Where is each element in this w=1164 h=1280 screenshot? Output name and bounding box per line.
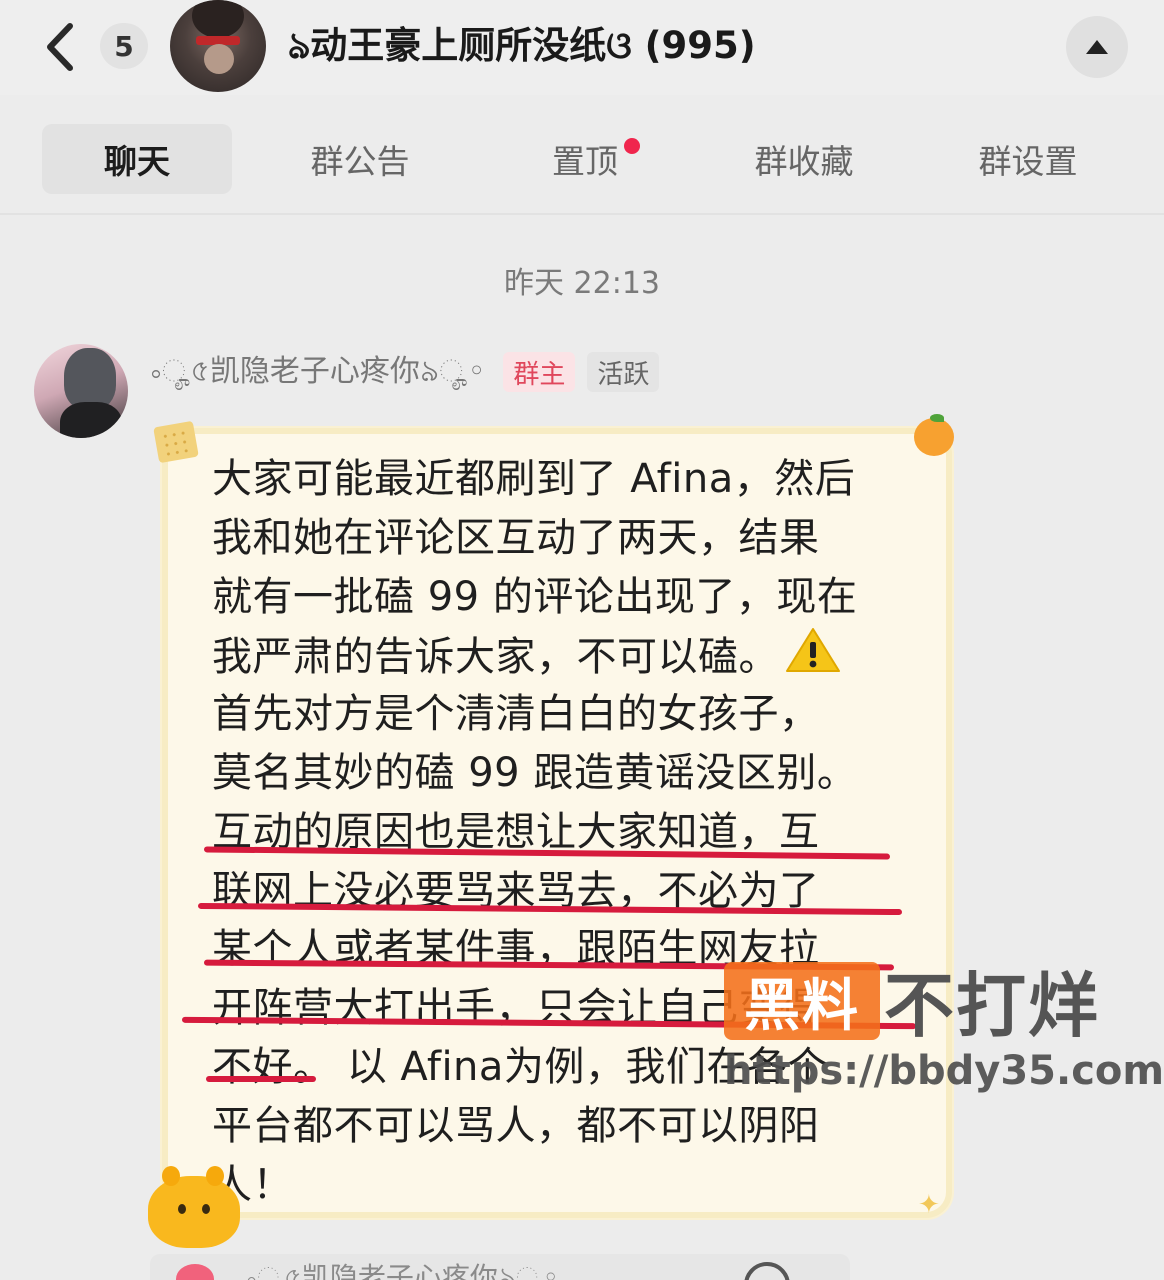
message-line: 首先对方是个清清白白的女孩子， — [212, 691, 820, 738]
sender-avatar[interactable] — [34, 344, 128, 438]
warning-icon — [786, 628, 840, 673]
message-line: 莫名其妙的磕 99 跟造黄谣没区别。 — [212, 749, 858, 796]
biscuit-decoration — [153, 420, 199, 464]
message-line: 就有一批磕 99 的评论出现了，现在 — [212, 573, 858, 620]
watermark-logo: 黑料 — [724, 962, 880, 1040]
tab-chat[interactable]: 聊天 — [42, 124, 232, 194]
group-avatar[interactable] — [170, 0, 266, 92]
sender-info: ◦ೄ৫凯隐老子心疼你৯ೄ◦ 群主 活跃 — [150, 348, 750, 396]
chat-header: 5 ঌ动王豪上厕所没纸ଓ (995) — [0, 0, 1164, 95]
active-badge: 活跃 — [587, 352, 660, 392]
message-line: 平台都不可以骂人，都不可以阴阳 — [212, 1102, 820, 1149]
header-divider — [0, 213, 1164, 215]
message-line: 大家可能最近都刷到了 Afina，然后 — [212, 456, 856, 502]
message-line-with-icon: 我严肃的告诉大家，不可以磕。 — [212, 626, 922, 685]
highlight-underline — [206, 1076, 316, 1082]
tab-label: 聊天 — [104, 142, 170, 181]
unread-count-badge[interactable]: 5 — [100, 23, 148, 69]
owner-badge: 群主 — [503, 352, 576, 392]
chevron-left-icon — [47, 23, 73, 71]
message-bubble[interactable]: 大家可能最近都刷到了 Afina，然后 我和她在评论区互动了两天，结果 就有一批… — [162, 428, 952, 1218]
message-line: 我严肃的告诉大家，不可以磕。 — [212, 634, 779, 681]
mascot-decoration — [148, 1166, 240, 1248]
back-button[interactable] — [38, 22, 84, 72]
message-line: 我和她在评论区互动了两天，结果 — [212, 514, 820, 561]
tab-label: 群设置 — [978, 142, 1078, 181]
star-decoration: ✦ — [918, 1190, 940, 1220]
message-line: 人！ — [212, 1161, 293, 1208]
tab-favorites[interactable]: 群收藏 — [722, 124, 886, 194]
tab-announcement[interactable]: 群公告 — [280, 124, 440, 194]
tab-pinned[interactable]: 置顶 — [510, 124, 660, 194]
caret-up-icon — [1086, 40, 1108, 54]
next-sender-name: ◦ೄ৫凯隐老子心疼你৯ೄ◦ — [246, 1261, 560, 1280]
tab-settings[interactable]: 群设置 — [946, 124, 1110, 194]
orange-decoration — [914, 414, 954, 456]
watermark-url: https://bbdy35.com — [724, 1048, 1164, 1094]
group-title[interactable]: ঌ动王豪上厕所没纸ଓ (995) — [288, 22, 848, 72]
tab-bar: 聊天 群公告 置顶 群收藏 群设置 — [0, 118, 1164, 202]
collapse-button[interactable] — [1066, 16, 1128, 78]
sender-name[interactable]: ◦ೄ৫凯隐老子心疼你৯ೄ◦ — [150, 346, 485, 398]
notification-dot — [624, 138, 640, 154]
message-timestamp: 昨天 22:13 — [504, 266, 660, 301]
watermark-text: 不打烊 — [884, 964, 1100, 1047]
tab-label: 置顶 — [552, 142, 618, 181]
tab-label: 群公告 — [310, 142, 410, 181]
message-text: 大家可能最近都刷到了 Afina，然后 我和她在评论区互动了两天，结果 就有一批… — [212, 450, 922, 1214]
tab-label: 群收藏 — [754, 142, 854, 181]
